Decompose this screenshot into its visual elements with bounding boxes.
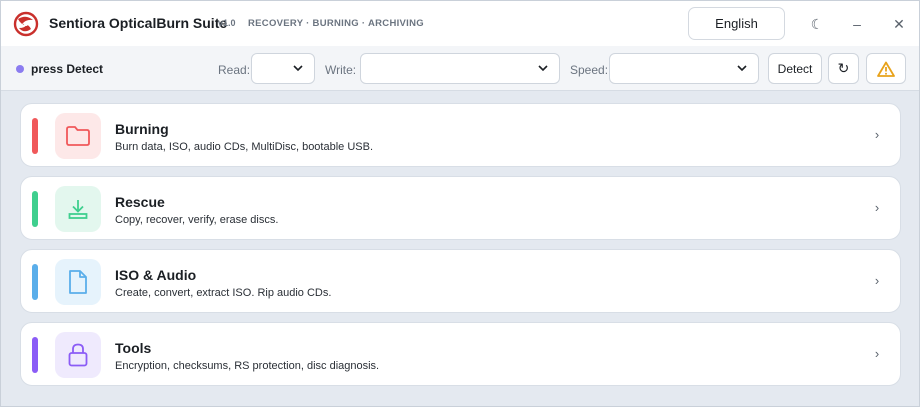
read-speed-select[interactable] [251,53,315,84]
chevron-right-icon: › [874,273,880,288]
status-text: press Detect [31,62,104,76]
file-icon [55,259,101,305]
accent-bar [32,118,38,154]
chevron-down-icon [737,65,747,72]
app-tagline: RECOVERY · BURNING · ARCHIVING [248,18,424,29]
language-button[interactable]: English [688,7,785,40]
card-description: Create, convert, extract ISO. Rip audio … [115,287,332,299]
read-label: Read: [218,63,251,77]
chevron-right-icon: › [874,200,880,215]
chevron-right-icon: › [874,127,880,142]
theme-toggle-icon[interactable]: ☾ [806,13,828,35]
chevron-down-icon [293,65,303,72]
accent-bar [32,191,38,227]
chevron-down-icon [538,65,548,72]
speed-select[interactable] [609,53,759,84]
download-icon [55,186,101,232]
card-description: Copy, recover, verify, erase discs. [115,214,279,226]
status-dot-icon [16,65,24,73]
card-title: ISO & Audio [115,267,197,283]
folder-icon [55,113,101,159]
app-window: Sentiora OpticalBurn Suite v1.0 RECOVERY… [0,0,920,407]
close-icon[interactable]: ✕ [888,13,910,35]
card-title: Rescue [115,194,165,210]
chevron-right-icon: › [874,346,880,361]
speed-label: Speed: [570,63,609,77]
card-description: Burn data, ISO, audio CDs, MultiDisc, bo… [115,141,374,153]
app-version: v1.0 [218,18,236,28]
card-title: Tools [115,340,152,356]
card-iso-audio[interactable]: ISO & Audio Create, convert, extract ISO… [20,249,901,313]
minimize-icon[interactable]: – [846,13,868,35]
card-burning[interactable]: Burning Burn data, ISO, audio CDs, Multi… [20,103,901,167]
title-bar: Sentiora OpticalBurn Suite v1.0 RECOVERY… [1,1,919,46]
lock-icon [55,332,101,378]
card-tools[interactable]: Tools Encryption, checksums, RS protecti… [20,322,901,386]
accent-bar [32,337,38,373]
app-title: Sentiora OpticalBurn Suite [49,15,228,31]
write-label: Write: [325,63,357,77]
app-logo-icon [13,11,39,37]
refresh-button[interactable]: ↻ [828,53,859,84]
accent-bar [32,264,38,300]
warning-button[interactable] [866,53,906,84]
card-rescue[interactable]: Rescue Copy, recover, verify, erase disc… [20,176,901,240]
drive-toolbar: press Detect Read: Write: Speed: Detect … [1,46,919,91]
card-title: Burning [115,121,169,137]
detect-button[interactable]: Detect [768,53,822,84]
write-drive-select[interactable] [360,53,560,84]
card-description: Encryption, checksums, RS protection, di… [115,360,380,372]
warning-icon [877,61,895,77]
